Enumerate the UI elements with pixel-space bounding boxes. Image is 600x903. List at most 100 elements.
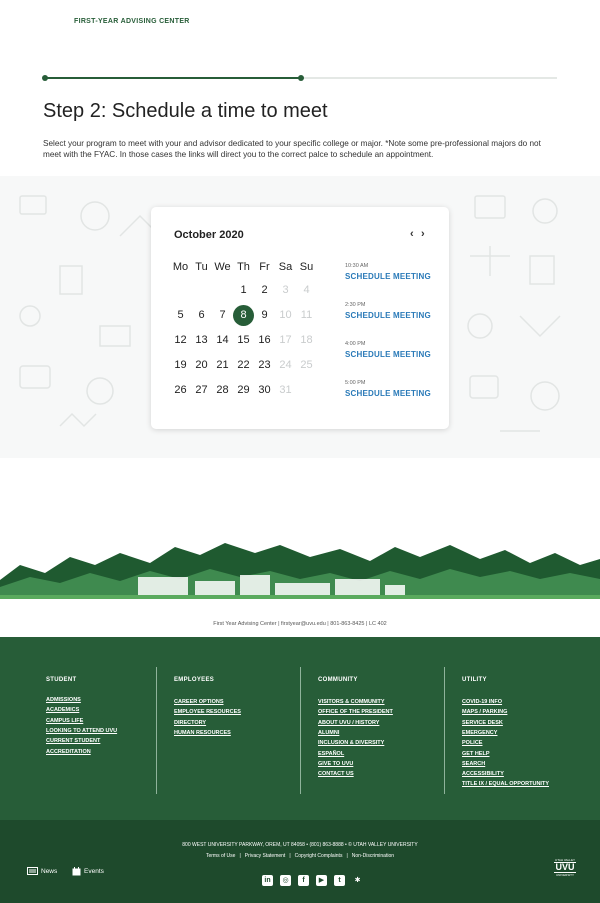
footer-link[interactable]: ACCREDITATION	[46, 749, 91, 755]
schedule-meeting-link[interactable]: SCHEDULE MEETING	[345, 350, 431, 359]
calendar-day[interactable]: 12	[170, 330, 191, 351]
footer-link[interactable]: MAPS / PARKING	[462, 709, 507, 715]
progress-current-dot	[298, 75, 304, 81]
footer-link[interactable]: ACCESSIBILITY	[462, 771, 504, 777]
weekday-header: We	[214, 261, 231, 273]
calendar-day[interactable]: 1	[233, 280, 254, 301]
footer-link[interactable]: HUMAN RESOURCES	[174, 730, 231, 736]
calendar-day: 10	[279, 309, 292, 321]
calendar-day[interactable]: 29	[233, 380, 254, 401]
calendar-day: 17	[279, 334, 292, 346]
calendar-day: 3	[282, 284, 289, 296]
footer-link[interactable]: TITLE IX / EQUAL OPPORTUNITY	[462, 781, 549, 787]
uvu-logo[interactable]: UTAH VALLEY UVU UNIVERSITY	[554, 858, 576, 877]
footer-link[interactable]: EMERGENCY	[462, 730, 497, 736]
time-slot-time: 2:30 PM	[345, 302, 366, 308]
calendar-day[interactable]: 6	[191, 305, 212, 326]
time-slot: 10:30 AM SCHEDULE MEETING	[345, 263, 431, 281]
calendar-day[interactable]: 23	[254, 355, 275, 376]
instagram-icon[interactable]: ◎	[280, 875, 291, 886]
footer-link[interactable]: ESPAÑOL	[318, 751, 344, 757]
footer-link[interactable]: CURRENT STUDENT	[46, 738, 100, 744]
calendar-day[interactable]: 21	[212, 355, 233, 376]
youtube-icon[interactable]: ▶	[316, 875, 327, 886]
calendar-day: 18	[300, 334, 313, 346]
next-month-button[interactable]: ›	[421, 228, 425, 240]
footer-link[interactable]: ABOUT UVU / HISTORY	[318, 720, 379, 726]
schedule-meeting-link[interactable]: SCHEDULE MEETING	[345, 311, 431, 320]
legal-link[interactable]: Terms of Use	[206, 853, 235, 859]
events-link[interactable]: Events	[72, 867, 104, 876]
calendar-day[interactable]: 19	[170, 355, 191, 376]
calendar-day-selected[interactable]: 8	[233, 305, 254, 326]
twitter-icon[interactable]: t	[334, 875, 345, 886]
footer-link[interactable]: COVID-19 INFO	[462, 699, 502, 705]
footer-link[interactable]: EMPLOYEE RESOURCES	[174, 709, 241, 715]
footer-divider	[156, 667, 157, 794]
weekday-header: Tu	[195, 261, 208, 273]
progress-start-dot	[42, 75, 48, 81]
calendar-day[interactable]: 26	[170, 380, 191, 401]
news-link[interactable]: News	[27, 867, 57, 875]
footer-link[interactable]: VISITORS & COMMUNITY	[318, 699, 385, 705]
footer-link[interactable]: INCLUSION & DIVERSITY	[318, 740, 384, 746]
calendar-day[interactable]: 7	[212, 305, 233, 326]
schedule-meeting-link[interactable]: SCHEDULE MEETING	[345, 272, 431, 281]
site-footer: STUDENT ADMISSIONS ACADEMICS CAMPUS LIFE LOO…	[0, 637, 600, 820]
calendar-day: 11	[300, 309, 313, 321]
calendar-widget: October 2020 ‹ › Mo Tu We Th Fr Sa Su 1 2 3 4 5 6 7 8 9…	[151, 207, 449, 429]
legal-link[interactable]: Non-Discrimination	[352, 853, 394, 859]
weekday-header: Fr	[259, 261, 270, 273]
calendar-day[interactable]: 5	[170, 305, 191, 326]
footer-divider	[300, 667, 301, 794]
legal-links: Terms of Use | Privacy Statement | Copyright…	[205, 853, 394, 859]
footer-link[interactable]: ALUMNI	[318, 730, 339, 736]
legal-link[interactable]: Privacy Statement	[245, 853, 286, 859]
calendar-day[interactable]: 2	[254, 280, 275, 301]
wolverine-mascot-icon[interactable]: ✱	[352, 875, 363, 886]
time-slot-time: 10:30 AM	[345, 263, 369, 269]
time-slot: 4:00 PM SCHEDULE MEETING	[345, 341, 431, 359]
calendar-day[interactable]: 16	[254, 330, 275, 351]
footer-divider	[444, 667, 445, 794]
footer-link[interactable]: SEARCH	[462, 761, 485, 767]
footer-column-title: COMMUNITY	[318, 677, 358, 683]
footer-column-title: EMPLOYEES	[174, 677, 215, 683]
footer-link[interactable]: POLICE	[462, 740, 482, 746]
schedule-meeting-link[interactable]: SCHEDULE MEETING	[345, 389, 431, 398]
site-title[interactable]: FIRST-YEAR ADVISING CENTER	[74, 18, 190, 25]
footer-link[interactable]: SERVICE DESK	[462, 720, 503, 726]
calendar-day[interactable]: 22	[233, 355, 254, 376]
calendar-month-label: October 2020	[174, 229, 244, 241]
calendar-day: 31	[279, 384, 292, 396]
footer-link[interactable]: OFFICE OF THE PRESIDENT	[318, 709, 393, 715]
footer-column-title: STUDENT	[46, 677, 77, 683]
calendar-day[interactable]: 27	[191, 380, 212, 401]
linkedin-icon[interactable]: in	[262, 875, 273, 886]
time-slot-time: 5:00 PM	[345, 380, 366, 386]
calendar-day[interactable]: 9	[254, 305, 275, 326]
footer-link[interactable]: DIRECTORY	[174, 720, 206, 726]
footer-link[interactable]: ACADEMICS	[46, 707, 79, 713]
calendar-day[interactable]: 14	[212, 330, 233, 351]
footer-link[interactable]: CONTACT US	[318, 771, 354, 777]
footer-link[interactable]: GET HELP	[462, 751, 490, 757]
calendar-day[interactable]: 28	[212, 380, 233, 401]
time-slot-time: 4:00 PM	[345, 341, 366, 347]
prev-month-button[interactable]: ‹	[410, 228, 414, 240]
footer-link[interactable]: CAREER OPTIONS	[174, 699, 224, 705]
newspaper-icon	[27, 867, 38, 875]
footer-link[interactable]: LOOKING TO ATTEND UVU	[46, 728, 117, 734]
legal-link[interactable]: Copyright Complaints	[295, 853, 343, 859]
calendar-day[interactable]: 20	[191, 355, 212, 376]
footer-link[interactable]: GIVE TO UVU	[318, 761, 353, 767]
events-label: Events	[84, 868, 104, 875]
footer-link[interactable]: CAMPUS LIFE	[46, 718, 83, 724]
calendar-day[interactable]: 13	[191, 330, 212, 351]
facebook-icon[interactable]: f	[298, 875, 309, 886]
news-label: News	[41, 867, 58, 875]
progress-bar	[42, 75, 557, 81]
calendar-day[interactable]: 30	[254, 380, 275, 401]
calendar-day[interactable]: 15	[233, 330, 254, 351]
footer-link[interactable]: ADMISSIONS	[46, 697, 81, 703]
